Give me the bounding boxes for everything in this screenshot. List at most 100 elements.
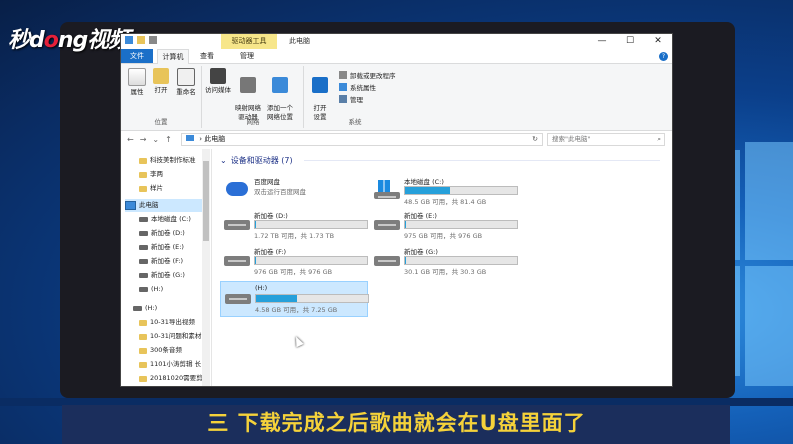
usage-fill [256,295,298,302]
nav-item[interactable]: 新加卷 (D:) [139,227,185,240]
usage-bar [404,256,518,265]
scrollbar-thumb[interactable] [203,161,209,241]
close-button[interactable]: ✕ [644,34,672,49]
window-title: 此电脑 [289,37,310,45]
watermark-logo: 秒dong视频 [8,28,130,53]
refresh-icon[interactable]: ↻ [532,134,538,145]
manage-button[interactable]: 管理 [339,94,363,104]
nav-item[interactable]: 10-31问题和素材 [139,330,201,343]
device-drive-d[interactable]: 新加卷 (D:) 1.72 TB 可用，共 1.73 TB [220,208,368,242]
open-button[interactable]: 打开 [148,68,174,95]
chevron-down-icon[interactable]: ⌄ [152,135,159,144]
access-media-button[interactable]: 访问媒体 [205,68,231,95]
nav-item[interactable]: 10-31导出视频 [139,316,195,329]
pc-icon[interactable] [125,36,133,44]
tab-file[interactable]: 文件 [121,49,153,63]
ribbon: 属性 打开 重命名 位置 访问媒体 映射网络 驱动器 添加一个 网络位置 网络 … [121,64,672,131]
quick-access-toolbar [125,36,157,44]
drive-icon [139,245,148,250]
group-header-devices[interactable]: ⌄ 设备和驱动器 (7) [220,155,293,166]
usage-fill [405,221,407,228]
properties-button[interactable]: 属性 [124,68,150,97]
nav-item[interactable]: (H:) [139,283,163,296]
group-label-network: 网络 [246,118,260,126]
device-drive-c[interactable]: 本地磁盘 (C:) 48.5 GB 可用，共 81.4 GB [370,174,518,208]
context-tab-drive-tools[interactable]: 驱动器工具 [221,34,277,49]
open-folder-icon [153,68,169,84]
nav-item[interactable]: 科技美制作标准 [139,154,196,167]
open-settings-button[interactable]: 打开 设置 [307,68,333,122]
checklist-icon [128,68,146,86]
usb-drive-icon [133,306,142,311]
group-label-system: 系统 [348,118,362,126]
pc-icon [186,135,194,141]
title-bar: 驱动器工具 此电脑 — ☐ ✕ [121,34,672,49]
tab-computer[interactable]: 计算机 [157,49,189,64]
folder-icon [139,333,147,340]
uninstall-programs-button[interactable]: 卸载或更改程序 [339,70,396,80]
nav-scrollbar[interactable] [202,149,210,386]
folder-icon [139,361,147,368]
usage-bar [254,256,368,265]
drive-icon [224,220,250,230]
drive-icon [374,220,400,230]
forward-arrow-icon[interactable]: → [140,135,147,144]
address-input[interactable]: › 此电脑 ↻ [181,133,543,146]
rename-icon [177,68,195,86]
nav-item[interactable]: 本地磁盘 (C:) [139,213,191,226]
nav-item[interactable]: 新加卷 (F:) [139,255,183,268]
address-path: 此电脑 [204,135,226,143]
folder-icon [139,319,147,326]
ribbon-tabs: 文件 计算机 查看 管理 ? [121,49,672,64]
ribbon-group-system: 打开 设置 卸载或更改程序 系统属性 管理 系统 [305,66,405,128]
content-pane: ⌄ 设备和驱动器 (7) 百度网盘 双击运行百度网盘 本地磁盘 (C:) 48.… [212,149,672,386]
group-divider [304,160,660,161]
system-properties-button[interactable]: 系统属性 [339,82,376,92]
media-icon [210,68,226,84]
tab-manage[interactable]: 管理 [233,49,261,63]
tab-view[interactable]: 查看 [193,49,221,63]
drive-icon [374,256,400,266]
folder-icon [139,157,147,164]
minimize-button[interactable]: — [588,34,616,49]
nav-item-usb-drive[interactable]: (H:) [133,302,157,315]
usage-fill [405,187,450,194]
device-drive-g[interactable]: 新加卷 (G:) 30.1 GB 可用，共 30.3 GB [370,244,518,278]
maximize-button[interactable]: ☐ [616,34,644,49]
nav-item-this-pc[interactable]: 此电脑 [125,199,203,212]
folder-icon [139,171,147,178]
navigation-buttons: ← → ⌄ ↑ [127,135,172,144]
network-location-icon [272,77,288,93]
add-network-location-button[interactable]: 添加一个 网络位置 [267,68,293,122]
drive-icon [374,192,400,199]
rename-button[interactable]: 重命名 [173,68,199,97]
device-baidu-netdisk[interactable]: 百度网盘 双击运行百度网盘 [220,174,366,208]
folder-icon [139,375,147,382]
device-drive-e[interactable]: 新加卷 (E:) 975 GB 可用，共 976 GB [370,208,518,242]
nav-item[interactable]: 20181020需要剪 [139,372,203,385]
search-input[interactable]: 搜索"此电脑" ⌕ [547,133,665,146]
help-icon[interactable]: ? [659,52,668,61]
folder-icon[interactable] [137,36,145,44]
nav-item[interactable]: 样片 [139,182,163,195]
drive-icon [139,273,148,278]
device-drive-f[interactable]: 新加卷 (F:) 976 GB 可用，共 976 GB [220,244,368,278]
nav-item[interactable]: 李两 [139,168,163,181]
usage-bar [255,294,369,303]
nav-item[interactable]: 新加卷 (G:) [139,269,185,282]
usage-bar [404,220,518,229]
up-arrow-icon[interactable]: ↑ [165,135,172,144]
windows-drive-icon [378,180,390,192]
baidu-cloud-icon [226,182,248,196]
properties-icon[interactable] [149,36,157,44]
map-network-drive-button[interactable]: 映射网络 驱动器 [235,68,261,122]
nav-item[interactable]: 300条音频 [139,344,182,357]
nav-item[interactable]: 新加卷 (E:) [139,241,184,254]
device-drive-h[interactable]: (H:) 4.58 GB 可用，共 7.25 GB [220,281,369,317]
usage-fill [255,221,257,228]
usb-drive-icon [225,294,251,304]
ribbon-group-location: 属性 打开 重命名 位置 [121,66,202,128]
back-arrow-icon[interactable]: ← [127,135,134,144]
nav-item[interactable]: 1101小涛剪辑 长 [139,358,201,371]
network-drive-icon [240,77,256,93]
